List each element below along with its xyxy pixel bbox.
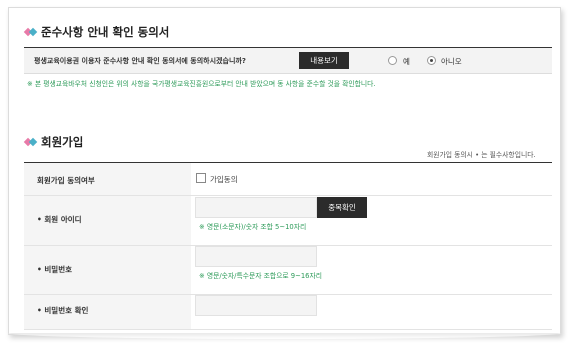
password-hint: ※ 영문/숫자/특수문자 조합으로 9~16자리 — [199, 272, 322, 280]
radio-no[interactable] — [427, 56, 436, 65]
password-label: • 비밀번호 — [37, 265, 73, 274]
radio-yes-label[interactable]: 예 — [403, 56, 410, 67]
view-content-button[interactable]: 내용보기 — [299, 52, 349, 69]
divider — [24, 329, 552, 330]
signup-agree-checkbox-label[interactable]: 가입동의 — [210, 174, 238, 185]
section-bullet-teal-icon — [28, 27, 38, 37]
agreement-section-title: 준수사항 안내 확인 동의서 — [41, 25, 170, 39]
password-input[interactable] — [195, 246, 317, 267]
section-bullet-teal-icon — [28, 137, 38, 147]
user-id-input[interactable] — [195, 197, 317, 218]
agree-label: 회원가입 동의여부 — [37, 176, 95, 185]
signup-agree-checkbox[interactable] — [196, 173, 206, 183]
password-confirm-input[interactable] — [195, 295, 317, 316]
agreement-question-row: 평생교육이용권 이용자 준수사항 안내 확인 동의서에 동의하시겠습니까? 내용… — [24, 48, 552, 74]
required-note: 회원가입 동의시 • 는 필수사항입니다. — [427, 151, 536, 159]
agreement-question: 평생교육이용권 이용자 준수사항 안내 확인 동의서에 동의하시겠습니까? — [34, 57, 246, 65]
user-id-label: • 회원 아이디 — [37, 215, 82, 224]
radio-no-label[interactable]: 아니오 — [441, 56, 462, 67]
user-id-hint: ※ 영문(소문자)/숫자 조합 5~10자리 — [199, 223, 307, 231]
agreement-note: ※ 본 평생교육바우처 신청인은 위의 사항을 국가평생교육진흥원으로부터 안내… — [27, 80, 376, 88]
password-confirm-label: • 비밀번호 확인 — [37, 306, 89, 315]
page-shadow — [8, 333, 561, 339]
page-frame: 준수사항 안내 확인 동의서 평생교육이용권 이용자 준수사항 안내 확인 동의… — [8, 7, 561, 335]
radio-yes[interactable] — [388, 56, 397, 65]
duplicate-check-button[interactable]: 중복확인 — [317, 197, 367, 218]
signup-section-title: 회원가입 — [41, 135, 84, 149]
